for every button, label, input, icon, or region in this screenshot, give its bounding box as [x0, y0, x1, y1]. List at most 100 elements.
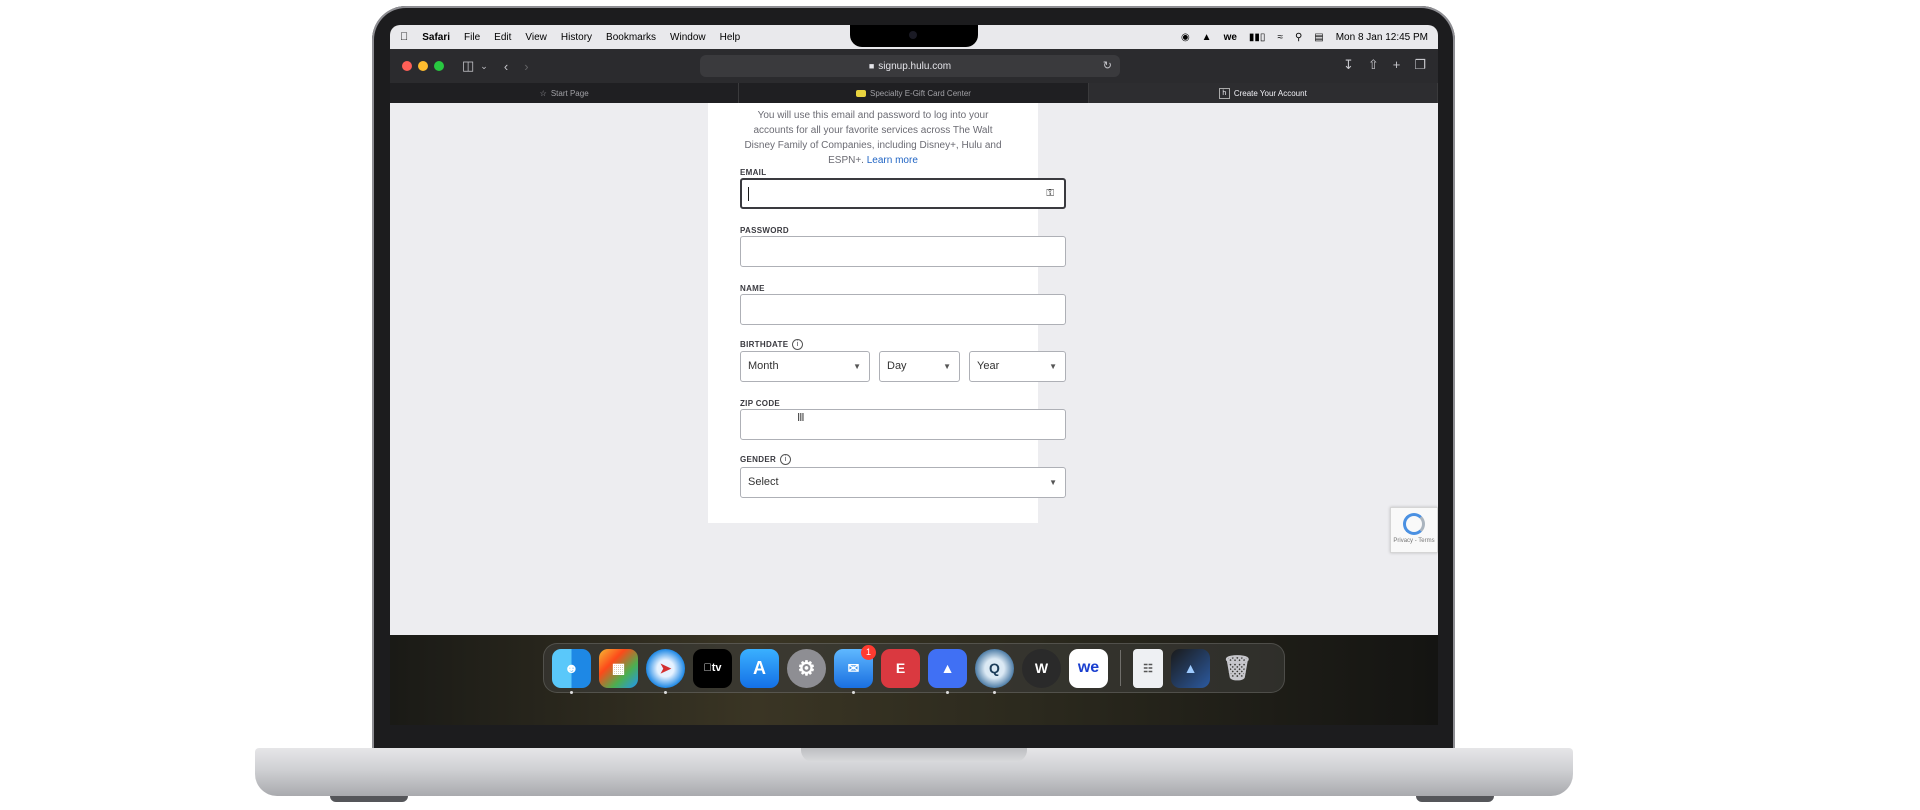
- web-page: You will use this email and password to …: [390, 103, 1438, 635]
- menu-file[interactable]: File: [464, 32, 480, 43]
- nordvpn-icon[interactable]: ▲: [928, 648, 967, 694]
- chevron-down-icon: ▼: [1049, 478, 1057, 487]
- intro-text: You will use this email and password to …: [738, 108, 1008, 168]
- email-field[interactable]: ⚿: [740, 178, 1066, 209]
- tab-overview-icon[interactable]: ❐: [1414, 57, 1426, 73]
- close-window-button[interactable]: [402, 61, 412, 71]
- notification-badge: 1: [861, 644, 876, 660]
- spotlight-search-icon[interactable]: ⚲: [1295, 32, 1302, 43]
- apple-tv-icon[interactable]: tv: [693, 648, 732, 688]
- gender-value: Select: [748, 476, 779, 488]
- menubar-clock[interactable]: Mon 8 Jan 12:45 PM: [1336, 32, 1428, 43]
- birthdate-day-select[interactable]: Day ▼: [879, 351, 960, 382]
- menu-edit[interactable]: Edit: [494, 32, 511, 43]
- safari-icon[interactable]: ➤: [646, 648, 685, 694]
- learn-more-link[interactable]: Learn more: [867, 155, 918, 166]
- hulu-favicon: h: [1218, 87, 1230, 99]
- password-label: PASSWORD: [740, 226, 789, 235]
- nordvpn-status-icon[interactable]: ▲: [1202, 32, 1212, 43]
- password-field[interactable]: [740, 236, 1066, 267]
- chevron-down-icon: ▼: [1049, 362, 1057, 371]
- menu-safari[interactable]: Safari: [422, 32, 450, 43]
- chevron-down-icon[interactable]: ⌄: [480, 61, 488, 72]
- gender-select[interactable]: Select ▼: [740, 467, 1066, 498]
- dock: ☻ ▦ ➤ tv A ⚙ ✉1 E ▲ Q W we ☷ ▲ 🗑: [543, 643, 1285, 694]
- screen-bezel: [390, 725, 1438, 749]
- quicktime-icon[interactable]: Q: [975, 648, 1014, 694]
- name-field[interactable]: [740, 294, 1066, 325]
- wondershare-icon[interactable]: W: [1022, 648, 1061, 688]
- zip-code-label: ZIP CODE: [740, 399, 780, 408]
- tab-start-page[interactable]: ☆ Start Page: [390, 83, 740, 103]
- dock-separator: [1120, 650, 1121, 686]
- key-icon[interactable]: ⚿: [1046, 188, 1054, 199]
- year-value: Year: [977, 360, 1000, 372]
- tab-bar: ☆ Start Page Specialty E-Gift Card Cente…: [390, 83, 1438, 103]
- birthdate-year-select[interactable]: Year ▼: [969, 351, 1066, 382]
- recaptcha-badge[interactable]: Privacy - Terms: [1390, 507, 1438, 553]
- zip-code-field[interactable]: [740, 409, 1066, 440]
- launchpad-icon[interactable]: ▦: [599, 648, 638, 688]
- email-label-text: EMAIL: [740, 168, 767, 177]
- control-center-icon[interactable]: ▤: [1314, 32, 1323, 43]
- forward-icon[interactable]: ›: [524, 59, 528, 74]
- laptop-foot-left: [330, 796, 408, 802]
- back-icon[interactable]: ‹: [504, 59, 508, 74]
- tab-create-account[interactable]: h Create Your Account: [1088, 83, 1438, 103]
- record-icon[interactable]: ◉: [1181, 32, 1190, 43]
- zoom-window-button[interactable]: [434, 61, 444, 71]
- mail-icon[interactable]: ✉ 1: [834, 644, 876, 694]
- address-bar[interactable]: ■ signup.hulu.com ↻: [700, 55, 1120, 77]
- trash-icon[interactable]: 🗑: [1218, 649, 1257, 688]
- downloads-stack-icon[interactable]: ▲: [1171, 648, 1210, 688]
- lock-icon: ■: [868, 61, 875, 71]
- app-store-icon[interactable]: A: [740, 648, 779, 688]
- birthdate-month-select[interactable]: Month ▼: [740, 351, 870, 382]
- recaptcha-icon: [1403, 513, 1425, 535]
- reload-icon[interactable]: ↻: [1103, 59, 1112, 72]
- wetransfer-icon[interactable]: we: [1069, 648, 1108, 688]
- info-icon[interactable]: i: [780, 454, 792, 465]
- toolbar-right-actions: ↧ ⇧ + ❐: [1343, 57, 1426, 73]
- finder-icon[interactable]: ☻: [552, 648, 591, 694]
- recaptcha-text: Privacy - Terms: [1393, 538, 1435, 544]
- zip-code-label-text: ZIP CODE: [740, 399, 781, 408]
- running-indicator: [993, 690, 996, 694]
- name-label-text: NAME: [740, 284, 765, 293]
- day-value: Day: [887, 360, 907, 372]
- menu-view[interactable]: View: [525, 32, 547, 43]
- menu-history[interactable]: History: [561, 32, 592, 43]
- running-indicator: [946, 690, 949, 694]
- birthdate-label: BIRTHDATE i: [740, 339, 804, 350]
- gender-label-text: GENDER: [740, 455, 777, 464]
- password-label-text: PASSWORD: [740, 226, 789, 235]
- running-indicator: [852, 690, 855, 694]
- gender-label: GENDER i: [740, 454, 792, 465]
- name-label: NAME: [740, 284, 765, 293]
- info-icon[interactable]: i: [792, 339, 804, 350]
- menu-help[interactable]: Help: [720, 32, 741, 43]
- downloads-icon[interactable]: ↧: [1343, 57, 1354, 73]
- menu-bookmarks[interactable]: Bookmarks: [606, 32, 656, 43]
- tab-gift-card-center[interactable]: Specialty E-Gift Card Center: [739, 83, 1089, 103]
- camera-notch: [850, 25, 978, 47]
- expressvpn-icon[interactable]: E: [881, 648, 920, 688]
- share-icon[interactable]: ⇧: [1368, 57, 1379, 73]
- battery-icon[interactable]: ▮▮▯: [1249, 32, 1266, 43]
- wifi-icon[interactable]: ≈: [1277, 32, 1283, 43]
- browser-toolbar: ◫ ⌄ ‹ › ■ signup.hulu.com ↻ ↧ ⇧ + ❐: [390, 49, 1438, 83]
- system-settings-icon[interactable]: ⚙: [787, 648, 826, 688]
- laptop-base: [255, 748, 1573, 796]
- tab-label: Start Page: [550, 88, 589, 98]
- birthdate-label-text: BIRTHDATE: [740, 340, 789, 349]
- wetransfer-status-icon[interactable]: we: [1224, 32, 1237, 43]
- minimize-window-button[interactable]: [418, 61, 428, 71]
- document-icon[interactable]: ☷: [1133, 648, 1163, 688]
- screen:  Safari File Edit View History Bookmark…: [390, 25, 1438, 749]
- apple-menu-icon[interactable]: : [400, 31, 408, 43]
- menu-window[interactable]: Window: [670, 32, 706, 43]
- new-tab-icon[interactable]: +: [1393, 57, 1401, 73]
- sidebar-toggle-icon[interactable]: ◫: [462, 58, 474, 74]
- signup-form: You will use this email and password to …: [708, 103, 1066, 523]
- laptop-foot-right: [1416, 796, 1494, 802]
